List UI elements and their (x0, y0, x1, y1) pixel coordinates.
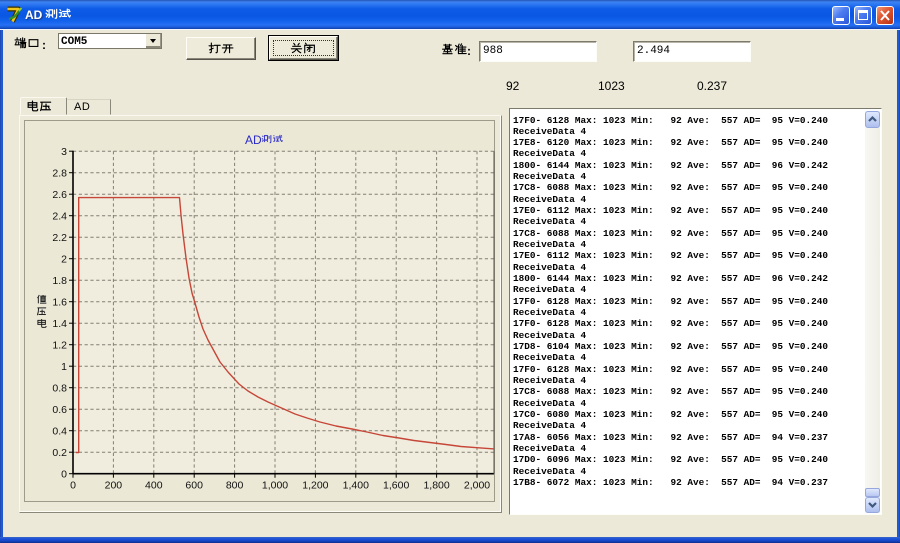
svg-text:0.2: 0.2 (52, 447, 67, 459)
svg-text:2: 2 (61, 253, 67, 265)
svg-text:1.6: 1.6 (52, 296, 67, 308)
svg-text:2.2: 2.2 (52, 232, 67, 244)
svg-text:1,400: 1,400 (343, 480, 369, 492)
svg-text:0.4: 0.4 (52, 425, 67, 437)
svg-text:2.4: 2.4 (52, 210, 67, 222)
svg-text:1.4: 1.4 (52, 318, 67, 330)
svg-text:AD: AD (245, 133, 262, 147)
svg-text:2.8: 2.8 (52, 167, 67, 179)
svg-text:1,600: 1,600 (383, 480, 409, 492)
svg-text:1.2: 1.2 (52, 339, 67, 351)
svg-text:2.6: 2.6 (52, 189, 67, 201)
svg-text:1,200: 1,200 (302, 480, 328, 492)
svg-text:1.8: 1.8 (52, 275, 67, 287)
svg-text:800: 800 (226, 480, 244, 492)
svg-text:1,000: 1,000 (262, 480, 288, 492)
svg-text:1,800: 1,800 (423, 480, 449, 492)
svg-text:400: 400 (145, 480, 163, 492)
svg-text:3: 3 (61, 146, 67, 158)
svg-text:0.6: 0.6 (52, 404, 67, 416)
svg-text:0: 0 (61, 468, 67, 480)
svg-text:1: 1 (61, 361, 67, 373)
svg-text:0.8: 0.8 (52, 382, 67, 394)
svg-text:600: 600 (185, 480, 203, 492)
svg-text:200: 200 (105, 480, 123, 492)
svg-text:0: 0 (70, 480, 76, 492)
svg-text:2,000: 2,000 (464, 480, 490, 492)
